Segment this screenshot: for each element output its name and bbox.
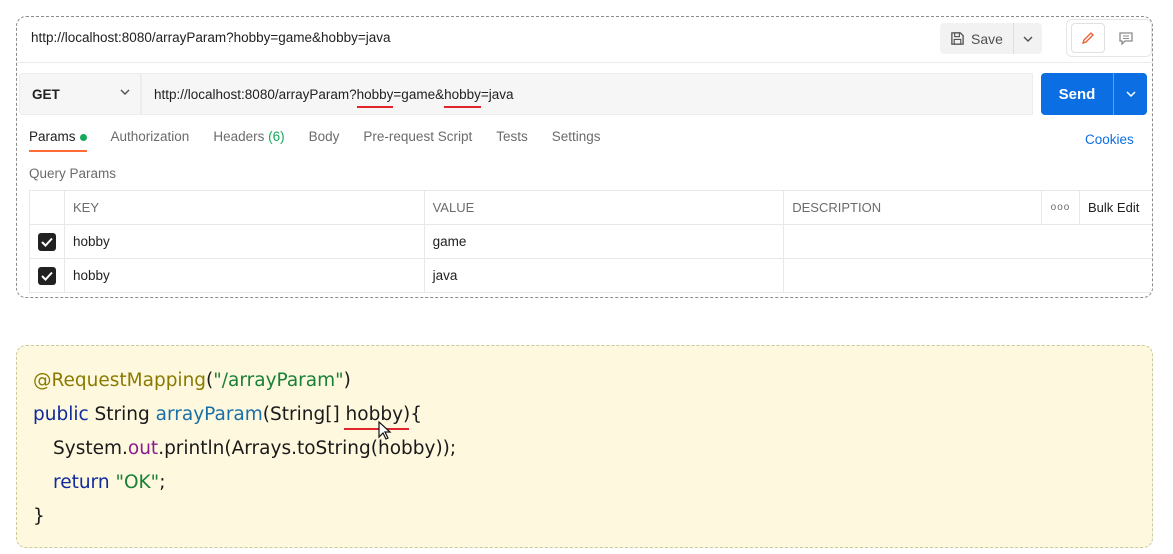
url-suffix: =java: [480, 86, 514, 102]
send-options-caret[interactable]: [1114, 91, 1147, 97]
param-key-cell[interactable]: hobby: [64, 258, 425, 293]
query-params-table: KEY VALUE DESCRIPTION ooo Bulk Edit hobb…: [29, 190, 1152, 293]
url-key-hobby-2: hobby: [444, 86, 481, 108]
table-row: hobby java: [29, 258, 1152, 293]
keyword-public: public: [33, 404, 89, 425]
save-button-group: Save: [940, 23, 1042, 54]
method-open-brace: ){: [403, 404, 423, 425]
header-key: KEY: [64, 190, 425, 225]
code-line-5: }: [33, 506, 45, 527]
paren-close: ): [343, 370, 351, 391]
tab-authorization-label: Authorization: [110, 129, 190, 144]
param-key-cell[interactable]: hobby: [64, 224, 425, 259]
return-string: "OK": [115, 472, 160, 493]
url-prefix: http://localhost:8080/arrayParam?: [154, 86, 357, 102]
method-name: arrayParam: [155, 404, 263, 425]
send-button[interactable]: Send: [1041, 73, 1147, 115]
semicolon: ;: [159, 472, 166, 493]
tab-params[interactable]: Params: [29, 129, 87, 152]
annotation: @RequestMapping: [33, 370, 207, 391]
url-input[interactable]: http://localhost:8080/arrayParam? hobby =g…: [141, 73, 1033, 115]
row-checkbox[interactable]: [29, 224, 65, 259]
param-type: (String[]: [262, 404, 346, 425]
postman-request-panel: http://localhost:8080/arrayParam?hobby=g…: [16, 16, 1153, 298]
edit-mode-button[interactable]: [1071, 23, 1105, 53]
keyword-return: return: [53, 472, 110, 493]
param-name-hobby: hobby: [345, 404, 404, 425]
floppy-disk-icon: [951, 32, 964, 45]
field-out: out: [127, 438, 159, 459]
view-toggle-box: [1066, 19, 1152, 57]
request-title[interactable]: http://localhost:8080/arrayParam?hobby=g…: [31, 30, 390, 45]
tab-settings-label: Settings: [551, 129, 601, 144]
cookies-link[interactable]: Cookies: [1085, 132, 1134, 147]
pencil-icon: [1081, 32, 1094, 45]
mapping-path-string: "/arrayParam": [213, 370, 344, 391]
request-tabs: Params Authorization Headers (6) Body Pr…: [29, 129, 625, 152]
tab-params-label: Params: [29, 129, 76, 144]
chevron-down-icon: [120, 89, 130, 95]
tab-authorization[interactable]: Authorization: [111, 129, 190, 152]
return-type: String: [88, 404, 156, 425]
tab-body-label: Body: [308, 129, 340, 144]
system-object: System.: [53, 438, 128, 459]
tab-pre-request-script-label: Pre-request Script: [363, 129, 473, 144]
save-options-caret[interactable]: [1014, 23, 1042, 54]
comments-button[interactable]: [1109, 23, 1143, 53]
table-header-row: KEY VALUE DESCRIPTION ooo Bulk Edit: [29, 190, 1152, 225]
params-active-indicator: [79, 133, 87, 141]
mouse-cursor-icon: [378, 421, 392, 440]
url-key-hobby-1: hobby: [356, 86, 394, 108]
comment-icon: [1119, 32, 1133, 46]
param-value-cell[interactable]: game: [423, 224, 785, 259]
row-checkbox[interactable]: [29, 258, 65, 293]
tab-pre-request-script[interactable]: Pre-request Script: [363, 129, 472, 152]
println-call: .println(Arrays.toString(hobby));: [158, 438, 457, 459]
checkmark-icon: [41, 237, 53, 247]
bulk-edit-button[interactable]: Bulk Edit: [1079, 190, 1152, 225]
chevron-down-icon: [1023, 36, 1033, 42]
tab-settings[interactable]: Settings: [552, 129, 601, 152]
header-value: VALUE: [423, 190, 785, 225]
url-mid: =game&: [393, 86, 445, 102]
code-line-2: public String arrayParam(String[] hobby)…: [33, 404, 422, 425]
tab-headers[interactable]: Headers (6): [213, 129, 284, 152]
tab-body[interactable]: Body: [309, 129, 340, 152]
http-method-select[interactable]: GET: [19, 73, 141, 115]
send-label: Send: [1058, 85, 1096, 103]
table-row: hobby game: [29, 224, 1152, 259]
query-params-heading: Query Params: [29, 166, 117, 181]
param-description-cell[interactable]: [783, 224, 1152, 259]
param-description-cell[interactable]: [783, 258, 1152, 293]
code-line-4: return "OK";: [53, 472, 165, 493]
checkmark-icon: [41, 271, 53, 281]
tab-tests[interactable]: Tests: [496, 129, 528, 152]
save-button[interactable]: Save: [940, 23, 1014, 54]
param-value-cell[interactable]: java: [423, 258, 785, 293]
java-code-panel: @RequestMapping("/arrayParam") public St…: [16, 345, 1153, 548]
code-line-3: System.out.println(Arrays.toString(hobby…: [53, 438, 456, 459]
more-options-icon[interactable]: ooo: [1041, 190, 1081, 225]
save-label: Save: [971, 30, 1003, 47]
http-method-value: GET: [32, 86, 60, 102]
header-check-cell: [29, 190, 65, 225]
tab-tests-label: Tests: [496, 129, 528, 144]
url-bar-row: GET http://localhost:8080/arrayParam? hob…: [17, 73, 1152, 115]
header-description: DESCRIPTION: [783, 190, 1043, 225]
code-line-1: @RequestMapping("/arrayParam"): [33, 370, 351, 391]
tab-headers-label: Headers: [213, 129, 265, 144]
headers-count: (6): [268, 129, 285, 144]
request-titlebar: http://localhost:8080/arrayParam?hobby=g…: [17, 17, 1152, 63]
chevron-down-icon: [1125, 91, 1136, 97]
